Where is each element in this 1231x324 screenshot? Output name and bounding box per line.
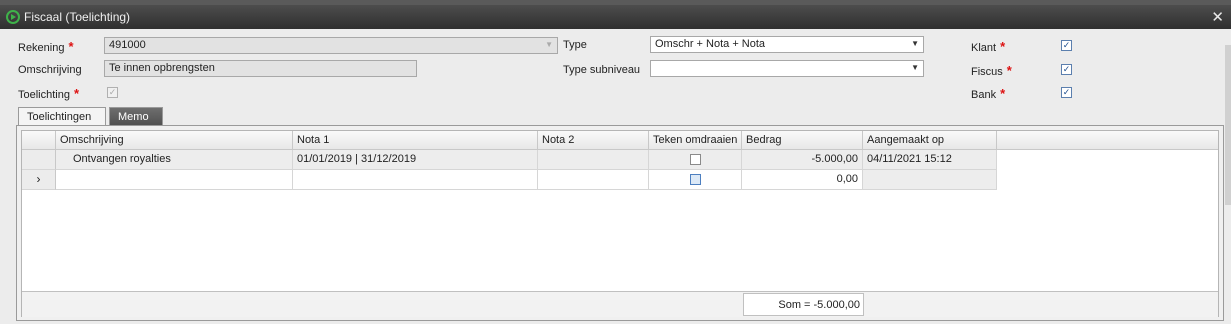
required-marker: * xyxy=(1006,63,1012,78)
omschrijving-label: Omschrijving xyxy=(18,64,82,76)
table-cell-omschrijving[interactable] xyxy=(56,170,293,190)
tab-toelichtingen[interactable]: Toelichtingen xyxy=(18,107,106,126)
klant-checkbox[interactable]: ✓ xyxy=(1061,40,1072,51)
bank-checkbox[interactable]: ✓ xyxy=(1061,87,1072,98)
table-cell-teken-omdraaien[interactable] xyxy=(649,150,742,170)
fiscus-checkbox[interactable]: ✓ xyxy=(1061,64,1072,75)
type-label: Type xyxy=(563,39,587,51)
app-logo-icon xyxy=(6,10,20,24)
toelichting-label: Toelichting * xyxy=(18,86,80,101)
new-row-indicator[interactable]: › xyxy=(22,170,56,190)
toelichting-checkbox[interactable]: ✓ xyxy=(107,87,118,98)
table-cell-bedrag[interactable]: 0,00 xyxy=(742,170,863,190)
row-selector-header xyxy=(22,131,56,150)
grid-footer: Som = -5.000,00 xyxy=(22,291,1218,317)
column-header-bedrag[interactable]: Bedrag xyxy=(742,131,863,150)
type-subniveau-select[interactable]: ▼ xyxy=(650,60,924,77)
type-value: Omschr + Nota + Nota xyxy=(655,38,766,50)
table-cell-nota1[interactable]: 01/01/2019 | 31/12/2019 xyxy=(293,150,538,170)
required-marker: * xyxy=(1000,86,1006,101)
tab-panel: Omschrijving Nota 1 Nota 2 Teken omdraai… xyxy=(16,125,1224,321)
column-header-teken-omdraaien[interactable]: Teken omdraaien xyxy=(649,131,742,150)
rekening-field[interactable]: 491000 ▼ xyxy=(104,37,558,54)
table-cell-nota2[interactable] xyxy=(538,150,649,170)
klant-label: Klant * xyxy=(971,39,1006,54)
chevron-down-icon[interactable]: ▼ xyxy=(911,39,919,48)
window-title: Fiscaal (Toelichting) xyxy=(24,10,131,24)
toelichtingen-grid: Omschrijving Nota 1 Nota 2 Teken omdraai… xyxy=(21,130,1219,317)
table-cell-bedrag[interactable]: -5.000,00 xyxy=(742,150,863,170)
teken-omdraaien-checkbox[interactable] xyxy=(690,154,701,165)
table-cell-teken-omdraaien[interactable] xyxy=(649,170,742,190)
table-cell-aangemaakt-op xyxy=(863,170,997,190)
table-cell-nota2[interactable] xyxy=(538,170,649,190)
table-cell-omschrijving[interactable]: Ontvangen royalties xyxy=(56,150,293,170)
table-cell-aangemaakt-op: 04/11/2021 15:12 xyxy=(863,150,997,170)
rekening-label: Rekening * xyxy=(18,39,74,54)
required-marker: * xyxy=(68,39,74,54)
teken-omdraaien-checkbox[interactable] xyxy=(690,174,701,185)
column-header-nota2[interactable]: Nota 2 xyxy=(538,131,649,150)
dialog-window: Fiscaal (Toelichting) ✕ Rekening * 491000… xyxy=(0,5,1231,324)
chevron-down-icon[interactable]: ▼ xyxy=(545,40,553,49)
required-marker: * xyxy=(73,86,80,101)
chevron-down-icon[interactable]: ▼ xyxy=(911,63,919,72)
tab-memo[interactable]: Memo xyxy=(109,107,163,126)
type-subniveau-label: Type subniveau xyxy=(563,64,641,76)
column-header-filler xyxy=(997,131,1218,150)
type-select[interactable]: Omschr + Nota + Nota ▼ xyxy=(650,36,924,53)
table-cell-nota1[interactable] xyxy=(293,170,538,190)
column-header-omschrijving[interactable]: Omschrijving xyxy=(56,131,293,150)
omschrijving-value: Te innen opbrengsten xyxy=(109,62,215,74)
close-icon[interactable]: ✕ xyxy=(1211,8,1224,26)
bank-label: Bank * xyxy=(971,86,1006,101)
title-bar: Fiscaal (Toelichting) ✕ xyxy=(0,5,1231,29)
scrollbar[interactable] xyxy=(1225,45,1231,205)
sum-total: Som = -5.000,00 xyxy=(743,293,864,316)
fiscus-label: Fiscus * xyxy=(971,63,1012,78)
omschrijving-field: Te innen opbrengsten xyxy=(104,60,417,77)
column-header-nota1[interactable]: Nota 1 xyxy=(293,131,538,150)
rekening-value: 491000 xyxy=(109,39,146,51)
row-selector[interactable] xyxy=(22,150,56,170)
required-marker: * xyxy=(1000,39,1006,54)
column-header-aangemaakt-op[interactable]: Aangemaakt op xyxy=(863,131,997,150)
